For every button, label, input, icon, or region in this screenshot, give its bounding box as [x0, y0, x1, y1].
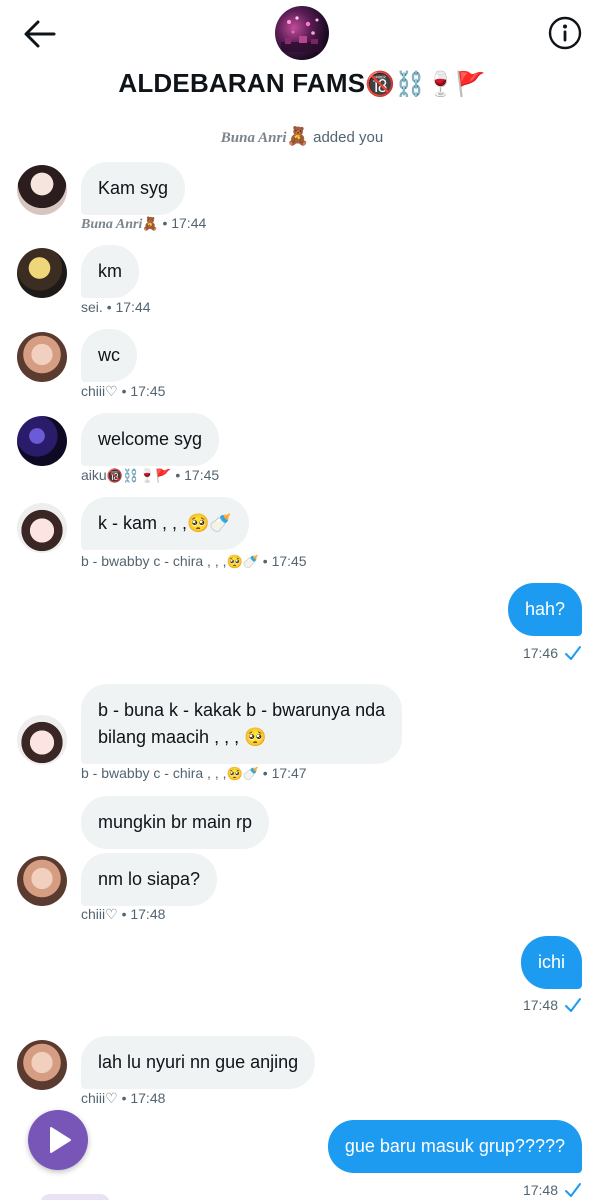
- group-avatar[interactable]: [275, 6, 329, 60]
- message-text-line: b - buna k - kakak b - bwarunya nda: [98, 700, 386, 720]
- meta-separator: •: [162, 215, 168, 231]
- sender-name: aiku: [81, 467, 107, 483]
- message-text: km: [98, 261, 122, 281]
- meta-separator: •: [121, 383, 127, 399]
- sender-name: Buna Anri: [81, 217, 143, 232]
- sender-avatar[interactable]: [17, 503, 67, 553]
- message-meta: chiii♡ • 17:48: [81, 1090, 165, 1107]
- message-meta: sei. • 17:44: [81, 299, 151, 315]
- message-bubble-outgoing[interactable]: hah?: [507, 583, 582, 636]
- message-time: 17:47: [271, 765, 307, 781]
- message-bubble[interactable]: Kam syg: [81, 162, 186, 215]
- conversation-title-emojis: 🔞⛓️🍷🚩: [365, 70, 486, 98]
- message-meta: chiii♡ • 17:45: [81, 383, 165, 400]
- message-meta: b - bwabby c - chira , , ,🥺🍼 • 17:45: [81, 553, 307, 570]
- message-meta: b - bwabby c - chira , , ,🥺🍼 • 17:47: [81, 765, 307, 782]
- message-emoji: 🥺: [244, 727, 267, 748]
- message-meta-outgoing: 17:48: [523, 1182, 582, 1198]
- message-time: 17:48: [130, 906, 166, 922]
- message-time: 17:46: [522, 645, 558, 661]
- message-bubble[interactable]: km: [81, 245, 139, 298]
- sender-avatar[interactable]: [17, 248, 67, 298]
- message-time: 17:48: [522, 1182, 558, 1198]
- meta-separator: •: [262, 765, 268, 781]
- message-text: gue baru masuk grup?????: [344, 1136, 565, 1156]
- message-emoji: 🥺🍼: [187, 513, 232, 534]
- sender-name: sei.: [81, 299, 103, 315]
- info-circle-icon: [548, 16, 582, 50]
- message-bubble-outgoing[interactable]: gue baru masuk grup?????: [327, 1120, 582, 1173]
- message-meta: Buna Anri🧸 • 17:44: [81, 215, 206, 233]
- meta-separator: •: [106, 299, 112, 315]
- message-text: hah?: [524, 599, 565, 619]
- message-bubble[interactable]: nm lo siapa?: [81, 853, 218, 906]
- play-button[interactable]: [28, 1110, 88, 1170]
- sender-avatar[interactable]: [17, 165, 67, 215]
- message-time: 17:44: [115, 299, 151, 315]
- system-note-text: added you: [313, 129, 384, 146]
- check-icon: [565, 998, 581, 1012]
- sender-name: b - bwabby c - chira , , ,: [81, 553, 227, 569]
- message-bubble[interactable]: welcome syg: [81, 413, 220, 466]
- check-icon: [565, 1183, 581, 1197]
- message-time: 17:48: [130, 1090, 166, 1106]
- sender-avatar[interactable]: [17, 332, 67, 382]
- sender-name-emoji: 🧸: [142, 217, 159, 232]
- conversation-title: ALDEBARAN FAMS🔞⛓️🍷🚩: [0, 68, 604, 99]
- arrow-left-icon: [24, 20, 56, 48]
- message-time: 17:45: [130, 383, 166, 399]
- message-bubble[interactable]: k - kam , , ,🥺🍼: [81, 497, 249, 550]
- conversation-info-button[interactable]: [548, 16, 582, 50]
- sender-name: b - bwabby c - chira , , ,: [81, 765, 227, 781]
- sender-name-emoji: 🔞⛓️🍷🚩: [106, 469, 172, 484]
- message-meta-outgoing: 17:48: [523, 997, 582, 1013]
- message-bubble[interactable]: b - buna k - kakak b - bwarunya nda bila…: [81, 684, 403, 764]
- message-time: 17:45: [271, 553, 307, 569]
- sender-name-emoji: 🥺🍼: [226, 555, 259, 570]
- sender-avatar[interactable]: [17, 715, 67, 765]
- message-bubble[interactable]: wc: [81, 329, 137, 382]
- message-bubble-outgoing[interactable]: ichi: [520, 936, 582, 989]
- message-text: ichi: [537, 952, 565, 972]
- message-text: Kam syg: [98, 178, 169, 198]
- message-text: nm lo siapa?: [98, 869, 201, 889]
- message-time: 17:44: [171, 215, 207, 231]
- check-icon: [565, 646, 581, 660]
- sender-avatar[interactable]: [17, 416, 67, 466]
- meta-separator: •: [175, 467, 181, 483]
- system-note-actor-emoji: 🧸: [286, 126, 309, 147]
- dm-conversation-screen: ALDEBARAN FAMS🔞⛓️🍷🚩 Buna Anri🧸 added you…: [0, 0, 604, 1200]
- meta-separator: •: [121, 1090, 127, 1106]
- message-text: k - kam , , ,: [98, 513, 188, 533]
- sender-name: chiii♡: [81, 1090, 118, 1106]
- message-meta: aiku🔞⛓️🍷🚩 • 17:45: [81, 467, 219, 484]
- sender-name: chiii♡: [81, 383, 118, 399]
- system-note-actor: Buna Anri: [220, 130, 287, 146]
- play-icon: [50, 1127, 71, 1153]
- conversation-title-text: ALDEBARAN FAMS: [118, 68, 366, 98]
- meta-separator: •: [121, 906, 127, 922]
- sender-avatar[interactable]: [17, 856, 67, 906]
- message-text-line: bilang maacih , , ,: [98, 727, 240, 747]
- bottom-pill-peek: [40, 1194, 110, 1200]
- message-time: 17:48: [522, 997, 558, 1013]
- message-bubble[interactable]: mungkin br main rp: [81, 796, 270, 849]
- sender-avatar[interactable]: [17, 1040, 67, 1090]
- sender-name: chiii♡: [81, 906, 118, 922]
- meta-separator: •: [262, 553, 268, 569]
- message-bubble[interactable]: lah lu nyuri nn gue anjing: [81, 1036, 316, 1089]
- message-text: welcome syg: [98, 429, 203, 449]
- group-avatar-image: [281, 16, 323, 52]
- message-text: mungkin br main rp: [98, 812, 253, 832]
- message-meta: chiii♡ • 17:48: [81, 906, 165, 923]
- message-text: lah lu nyuri nn gue anjing: [98, 1052, 299, 1072]
- message-meta-outgoing: 17:46: [523, 645, 582, 661]
- sender-name-emoji: 🥺🍼: [226, 767, 259, 782]
- message-text: wc: [98, 345, 120, 365]
- message-time: 17:45: [184, 467, 220, 483]
- system-note-added: Buna Anri🧸 added you: [0, 126, 604, 147]
- back-button[interactable]: [22, 18, 58, 50]
